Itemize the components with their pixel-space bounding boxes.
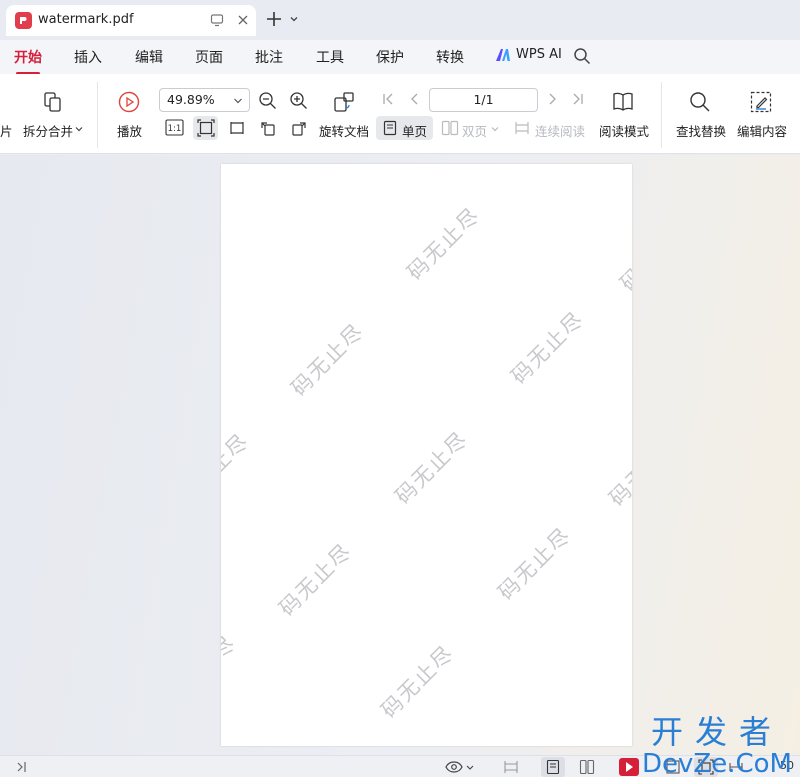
fit-page-icon[interactable] [197, 119, 215, 137]
watermark-text: 码无止尽 [221, 630, 241, 713]
double-view-icon[interactable] [579, 759, 595, 775]
continuous-reading-label[interactable]: 连续阅读 [535, 121, 585, 140]
next-page-icon[interactable] [544, 91, 560, 107]
single-view-icon[interactable] [545, 759, 561, 775]
wps-ai-button[interactable]: WPS AI [495, 47, 562, 62]
continuous-view-icon[interactable] [503, 759, 519, 775]
menu-item-comment[interactable]: 批注 [255, 47, 283, 69]
fit-width-icon[interactable] [728, 759, 744, 775]
fit-icon[interactable] [665, 759, 681, 775]
previous-page-icon[interactable] [407, 91, 423, 107]
find-replace-label[interactable]: 查找替换 [676, 121, 726, 140]
menu-item-page[interactable]: 页面 [195, 47, 223, 69]
menu-item-edit[interactable]: 编辑 [135, 47, 163, 69]
double-page-label[interactable]: 双页 [462, 121, 487, 140]
zoom-in-icon[interactable] [289, 91, 308, 110]
continuous-reading-icon[interactable] [514, 120, 530, 136]
watermark-text: 码无止尽 [376, 640, 459, 723]
play-slideshow-icon[interactable] [619, 758, 639, 776]
play-label[interactable]: 播放 [117, 121, 142, 140]
watermark-text: 码无止尽 [493, 522, 576, 605]
watermark-text: 码无止尽 [402, 202, 485, 285]
menu-item-start[interactable]: 开始 [14, 47, 42, 75]
page-number-input[interactable]: 1/1 [429, 88, 538, 112]
zoom-select[interactable]: 49.89% [159, 88, 250, 112]
zoom-percent[interactable]: 50 [780, 759, 794, 772]
book-icon[interactable] [611, 90, 635, 114]
watermark-text: 码无止尽 [390, 426, 473, 509]
expand-panel-icon[interactable] [14, 759, 30, 775]
zoom-out-icon[interactable] [258, 91, 277, 110]
fit-page-icon[interactable] [698, 759, 714, 775]
rotate-document-label[interactable]: 旋转文档 [319, 121, 369, 140]
chevron-down-icon[interactable] [289, 14, 299, 24]
chevron-down-icon[interactable] [491, 125, 499, 133]
close-icon[interactable] [236, 13, 250, 27]
split-merge-icon[interactable] [42, 91, 64, 113]
first-page-icon[interactable] [380, 91, 396, 107]
svg-text:1:1: 1:1 [168, 124, 182, 134]
menu-bar: 开始 插入 编辑 页面 批注 工具 保护 转换 WPS AI [0, 40, 800, 75]
toolbar [0, 74, 800, 154]
last-page-icon[interactable] [570, 91, 586, 107]
single-page-icon[interactable] [382, 120, 398, 136]
menu-item-protect[interactable]: 保护 [376, 47, 404, 69]
watermark-text: 码无止尽 [506, 306, 589, 389]
read-mode-label[interactable]: 阅读模式 [599, 121, 649, 140]
chevron-down-icon [234, 98, 242, 104]
chevron-down-icon[interactable] [466, 759, 474, 775]
status-bar: 50 [0, 755, 800, 777]
tab-bar: watermark.pdf [0, 0, 800, 40]
document-workspace[interactable]: 码无止尽 码无止尽 码无止尽 码无止尽 码无止尽 码无止尽 码无止尽 码无止尽 … [0, 155, 800, 755]
rotate-left-icon[interactable] [259, 119, 277, 137]
actual-size-icon[interactable]: 1:1 [165, 119, 184, 136]
pdf-page[interactable]: 码无止尽 码无止尽 码无止尽 码无止尽 码无止尽 码无止尽 码无止尽 码无止尽 … [221, 164, 632, 746]
single-page-label[interactable]: 单页 [402, 121, 427, 140]
play-icon[interactable] [118, 91, 140, 113]
watermark-text: 码无止尽 [604, 428, 632, 511]
rotate-right-icon[interactable] [290, 119, 308, 137]
watermark-text: 码无止尽 [286, 318, 369, 401]
document-tab-title: watermark.pdf [38, 12, 134, 27]
eye-icon[interactable] [445, 759, 463, 775]
page-indicator: 1/1 [473, 92, 494, 107]
watermark-text: 码无止尽 [615, 213, 632, 296]
chevron-down-icon[interactable] [75, 125, 83, 133]
menu-item-convert[interactable]: 转换 [436, 47, 464, 69]
document-tab[interactable]: watermark.pdf [6, 5, 256, 36]
menu-item-insert[interactable]: 插入 [74, 47, 102, 69]
new-tab-icon[interactable] [265, 10, 283, 28]
monitor-icon[interactable] [210, 13, 224, 27]
edit-content-label[interactable]: 编辑内容 [737, 121, 787, 140]
toolbar-partial-label[interactable]: 片 [0, 121, 13, 140]
watermark-text: 码无止尽 [274, 538, 357, 621]
pdf-icon [15, 12, 32, 29]
search-icon[interactable] [573, 47, 591, 65]
edit-content-icon[interactable] [749, 90, 773, 114]
double-page-icon[interactable] [441, 120, 459, 136]
wps-ai-label: WPS AI [516, 47, 562, 62]
watermark-text: 码无止尽 [221, 428, 254, 511]
rotate-document-icon[interactable] [332, 90, 356, 114]
wps-ai-icon [496, 48, 510, 61]
fit-width-icon[interactable] [228, 119, 246, 137]
zoom-value: 49.89% [167, 92, 215, 107]
split-merge-label[interactable]: 拆分合并 [23, 121, 73, 140]
find-replace-icon[interactable] [689, 91, 711, 113]
menu-item-tools[interactable]: 工具 [316, 47, 344, 69]
